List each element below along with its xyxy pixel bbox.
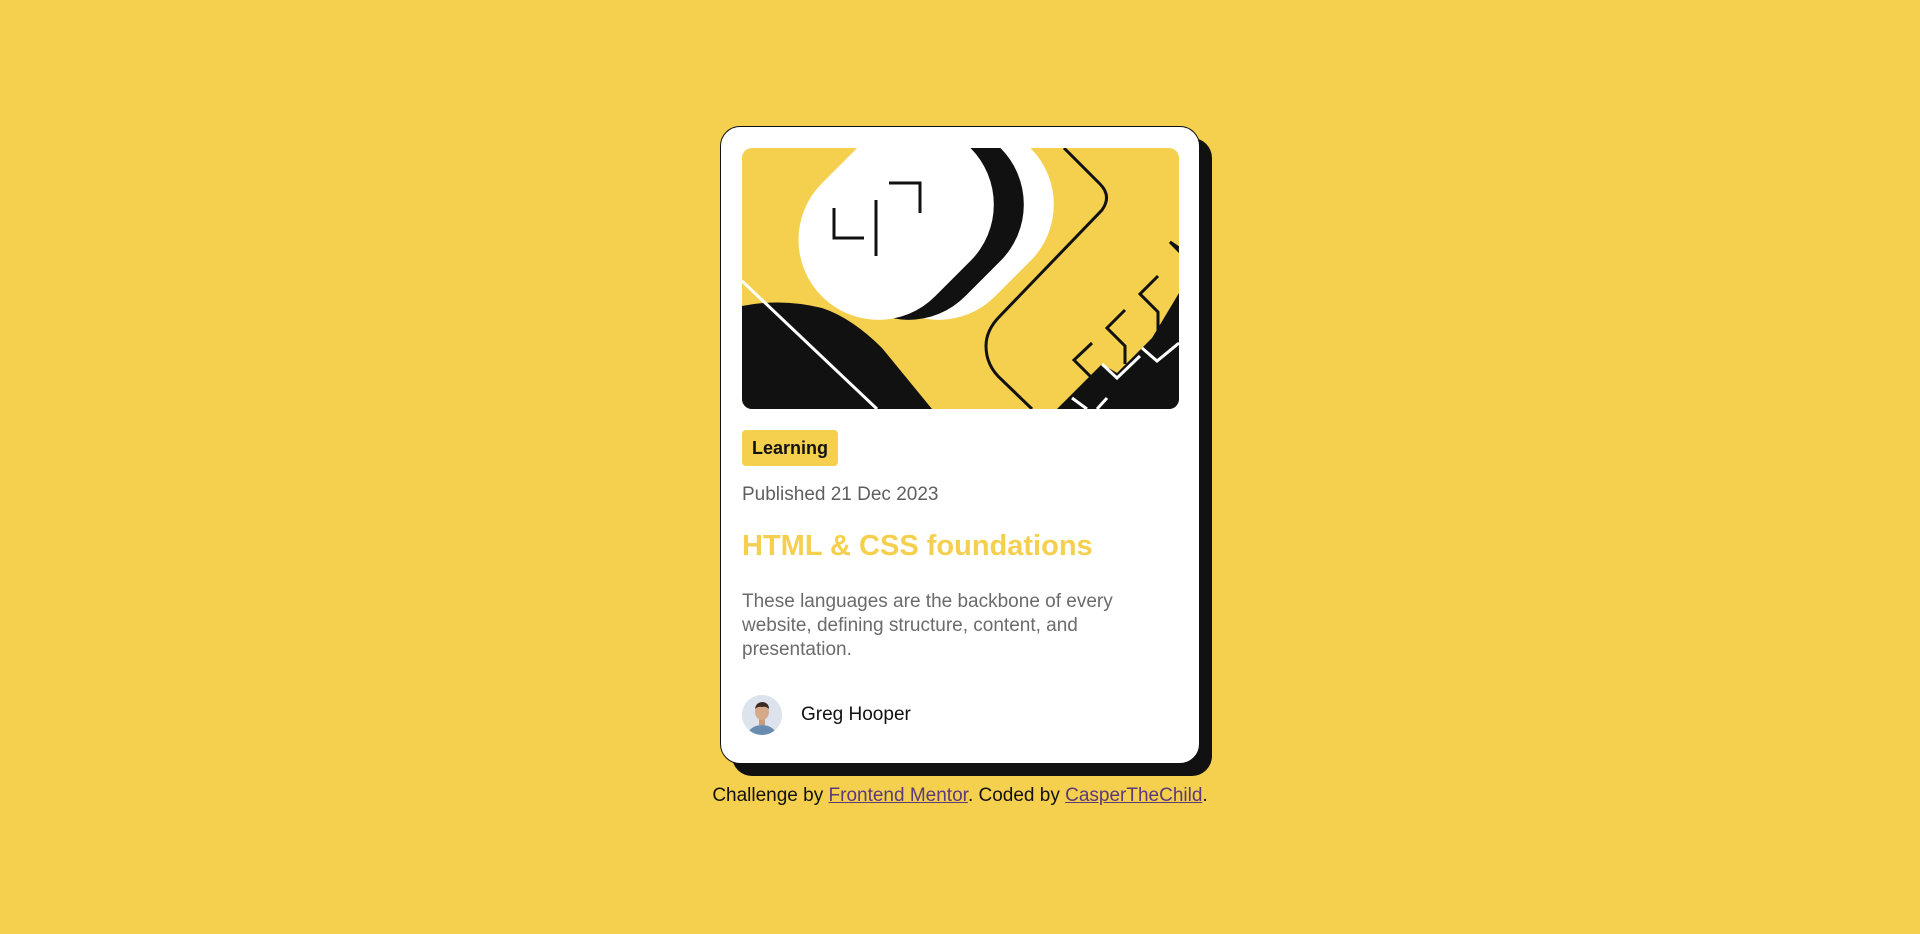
author-profile-link[interactable]: CasperTheChild bbox=[1065, 785, 1202, 806]
published-date: Published 21 Dec 2023 bbox=[742, 484, 939, 505]
article-title[interactable]: HTML & CSS foundations bbox=[742, 528, 1178, 564]
article-description: These languages are the backbone of ever… bbox=[742, 591, 1113, 660]
hero-illustration bbox=[742, 148, 1179, 409]
attribution: Challenge by Frontend Mentor. Coded by C… bbox=[0, 785, 1920, 807]
attribution-suffix: . bbox=[1202, 785, 1208, 806]
author-name: Greg Hooper bbox=[801, 704, 911, 725]
author: Greg Hooper bbox=[742, 695, 1178, 735]
category-tag: Learning bbox=[742, 430, 839, 466]
blog-card: Learning Published 21 Dec 2023 HTML & CS… bbox=[720, 126, 1200, 764]
frontend-mentor-link[interactable]: Frontend Mentor bbox=[829, 785, 968, 806]
attribution-middle: . Coded by bbox=[967, 785, 1066, 806]
avatar bbox=[742, 695, 782, 735]
attribution-prefix: Challenge by bbox=[712, 785, 829, 806]
